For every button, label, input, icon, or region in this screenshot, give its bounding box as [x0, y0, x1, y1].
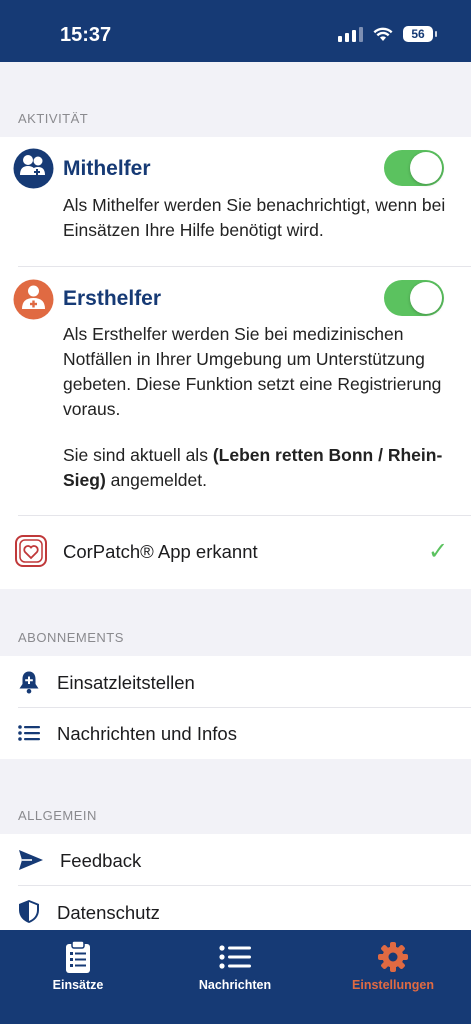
divider [18, 515, 471, 516]
bell-plus-icon [19, 671, 39, 694]
toggle-knob [410, 152, 442, 184]
activity-card: Mithelfer Als Mithelfer werden Sie benac… [0, 137, 471, 589]
section-header-subscriptions: ABONNEMENTS [18, 630, 124, 645]
general-item-feedback[interactable]: Feedback [0, 834, 471, 885]
general-item-datenschutz[interactable]: Datenschutz [0, 886, 471, 930]
subscription-item-nachrichten[interactable]: Nachrichten und Infos [0, 708, 471, 759]
tab-bar: Einsätze Nachrichten Einstellungen [0, 930, 471, 1024]
status-bar: 15:37 56 [0, 0, 471, 62]
registration-suffix: angemeldet. [110, 470, 207, 490]
tab-label: Einsätze [52, 978, 104, 992]
battery-icon: 56 [403, 26, 437, 42]
general-card: Feedback Datenschutz [0, 834, 471, 930]
checkmark-icon: ✓ [428, 538, 449, 565]
mithelfer-title: Mithelfer [63, 157, 151, 180]
corpatch-label: CorPatch® App erkannt [63, 541, 258, 562]
subscription-label: Nachrichten und Infos [57, 723, 237, 744]
ersthelfer-registration: Sie sind aktuell als (Leben retten Bonn … [63, 443, 458, 493]
ersthelfer-description: Als Ersthelfer werden Sie bei medizinisc… [63, 324, 442, 419]
corpatch-heart-icon [15, 535, 47, 567]
section-header-activity: AKTIVITÄT [18, 111, 89, 126]
list-icon [18, 725, 40, 741]
subscription-item-einsatzleitstellen[interactable]: Einsatzleitstellen [0, 656, 471, 707]
tab-label: Nachrichten [198, 978, 272, 992]
cellular-signal-icon [338, 26, 363, 42]
subscription-label: Einsatzleitstellen [57, 672, 195, 693]
subscriptions-card: Einsatzleitstellen Nachrichten und Infos [0, 656, 471, 759]
tab-label: Einstellungen [352, 978, 434, 992]
mithelfer-logo-icon [13, 148, 54, 189]
status-icons: 56 [338, 26, 437, 42]
general-label: Datenschutz [57, 902, 160, 923]
tab-nachrichten[interactable]: Nachrichten [170, 938, 300, 992]
general-label: Feedback [60, 850, 142, 871]
divider [18, 266, 471, 267]
section-header-general: ALLGEMEIN [18, 808, 97, 823]
ersthelfer-logo-icon [13, 279, 54, 320]
toggle-knob [410, 282, 442, 314]
send-icon [19, 850, 43, 870]
status-time: 15:37 [60, 24, 112, 46]
mithelfer-description: Als Mithelfer werden Sie benachrichtigt,… [63, 195, 446, 240]
shield-icon [19, 900, 39, 923]
gear-icon [378, 942, 408, 972]
registration-prefix: Sie sind aktuell als [63, 445, 208, 465]
clipboard-icon [66, 940, 90, 973]
wifi-icon [373, 27, 393, 41]
ersthelfer-toggle[interactable] [384, 280, 444, 316]
tab-einsaetze[interactable]: Einsätze [13, 938, 143, 992]
ersthelfer-title: Ersthelfer [63, 287, 162, 310]
list-icon [219, 945, 251, 969]
tab-einstellungen[interactable]: Einstellungen [328, 938, 458, 992]
mithelfer-toggle[interactable] [384, 150, 444, 186]
